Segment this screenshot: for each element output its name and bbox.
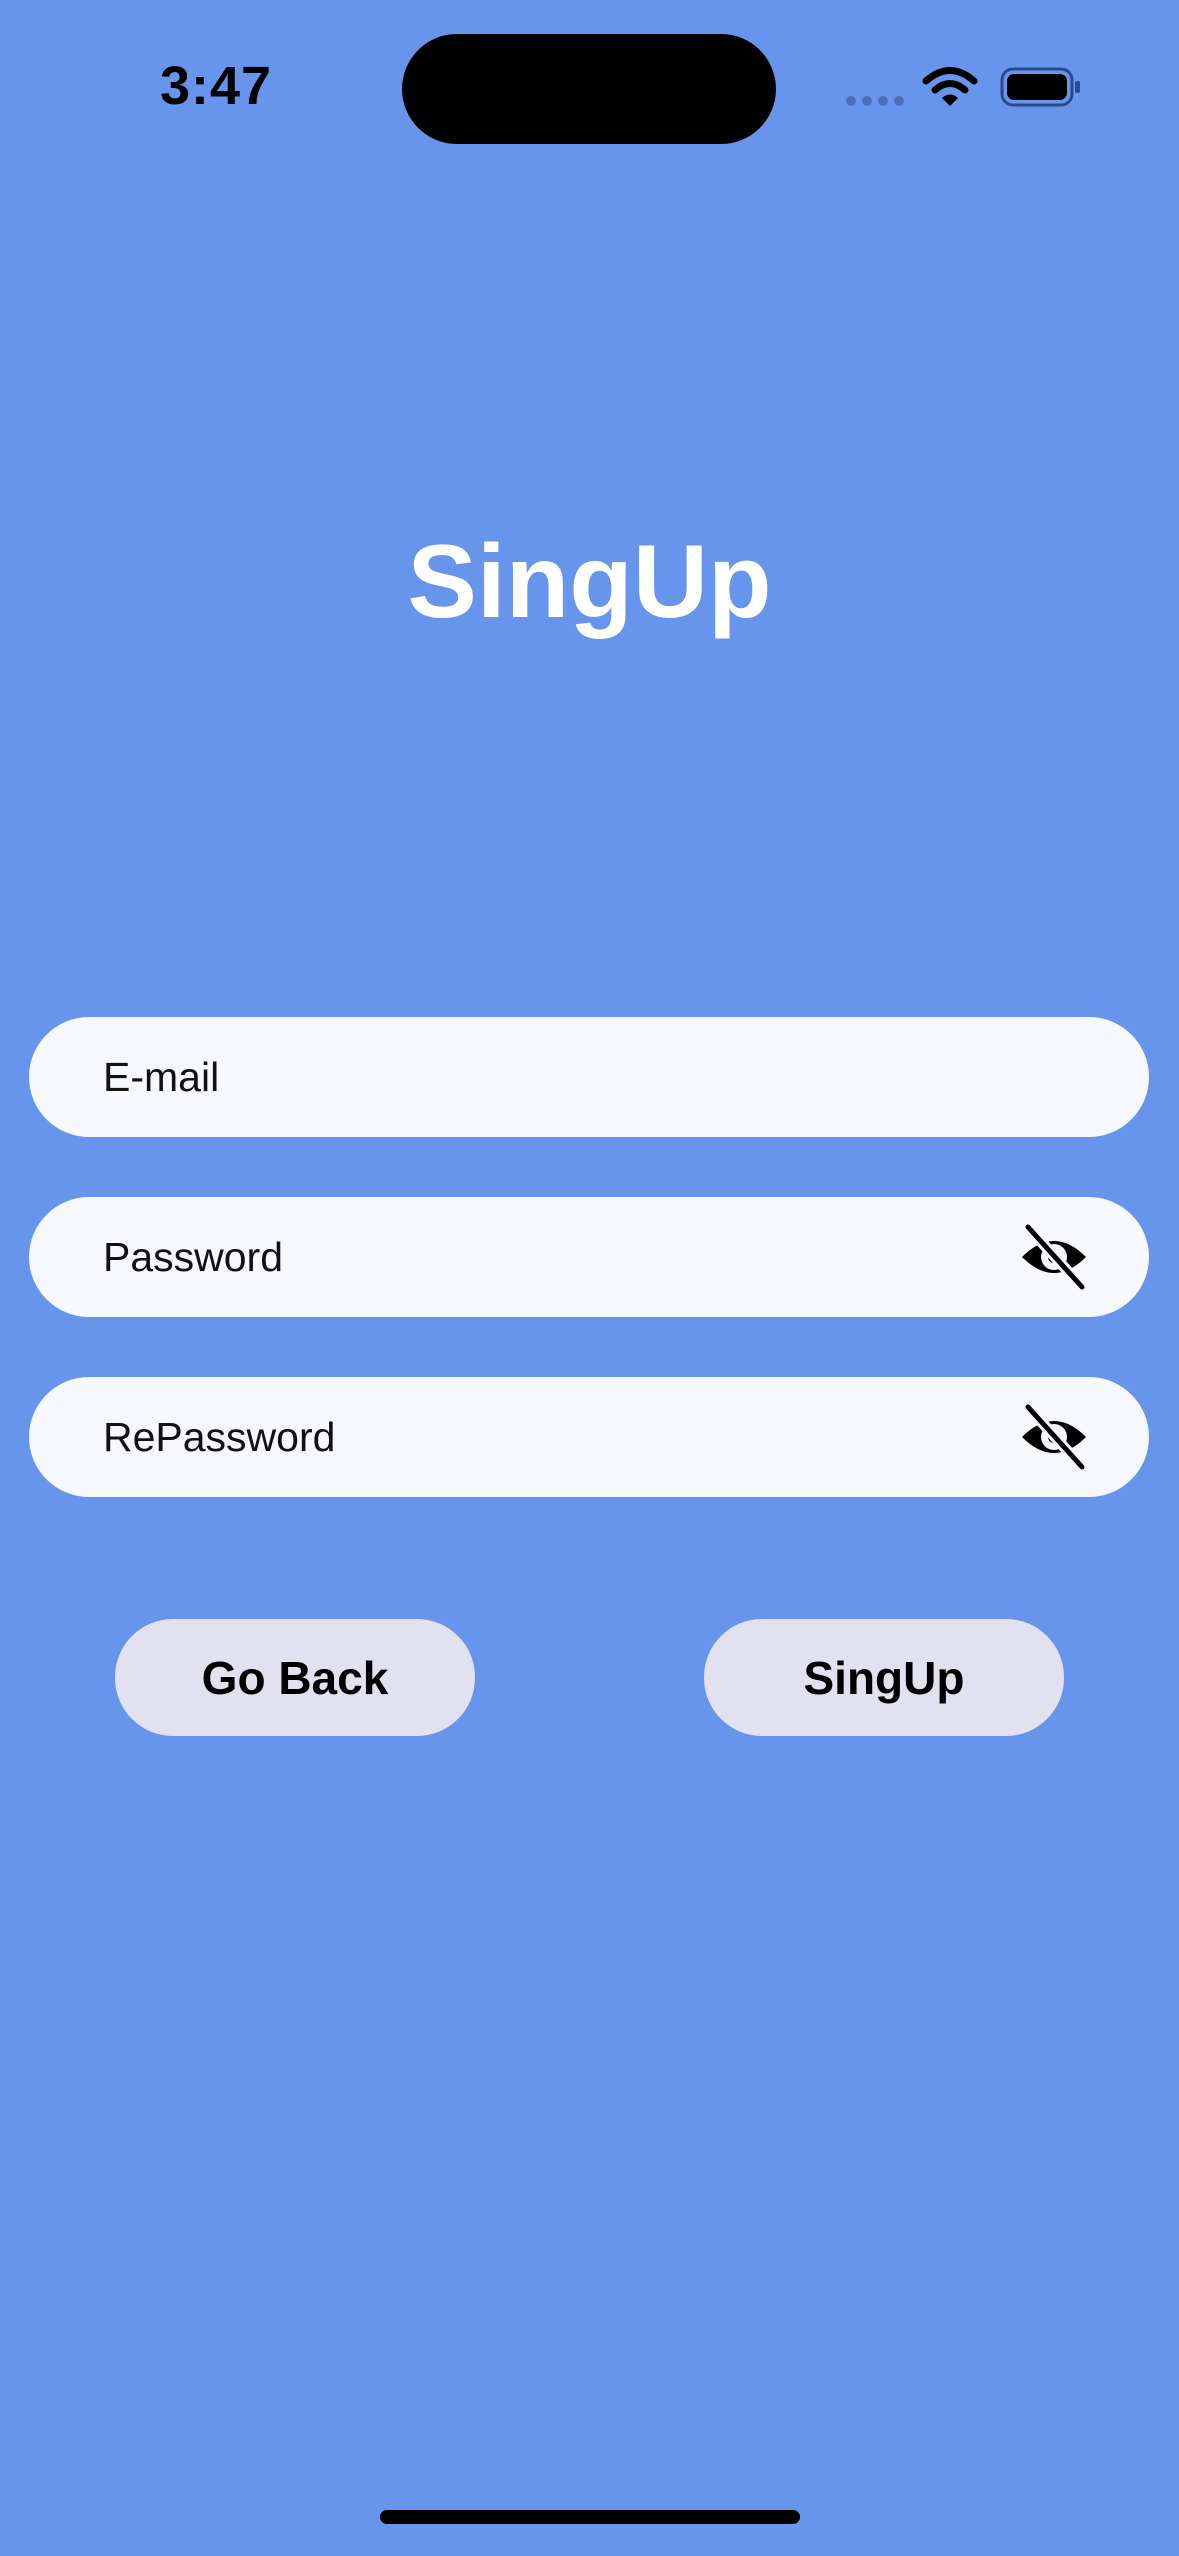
repassword-input[interactable] (103, 1377, 1003, 1497)
home-indicator[interactable] (380, 2510, 800, 2524)
page-title: SingUp (407, 524, 772, 640)
password-input[interactable] (103, 1197, 1003, 1317)
repassword-field-container (29, 1377, 1149, 1497)
eye-slash-icon[interactable] (1018, 1401, 1090, 1473)
email-field-container (29, 1017, 1149, 1137)
wifi-icon (922, 67, 978, 106)
email-input[interactable] (103, 1017, 1003, 1137)
signal-dots-icon (846, 96, 904, 106)
battery-icon (1000, 67, 1080, 107)
signup-button[interactable]: SingUp (704, 1619, 1064, 1736)
dynamic-island (402, 34, 776, 144)
status-time: 3:47 (160, 56, 273, 116)
go-back-button[interactable]: Go Back (115, 1619, 475, 1736)
password-field-container (29, 1197, 1149, 1317)
eye-slash-icon[interactable] (1018, 1221, 1090, 1293)
